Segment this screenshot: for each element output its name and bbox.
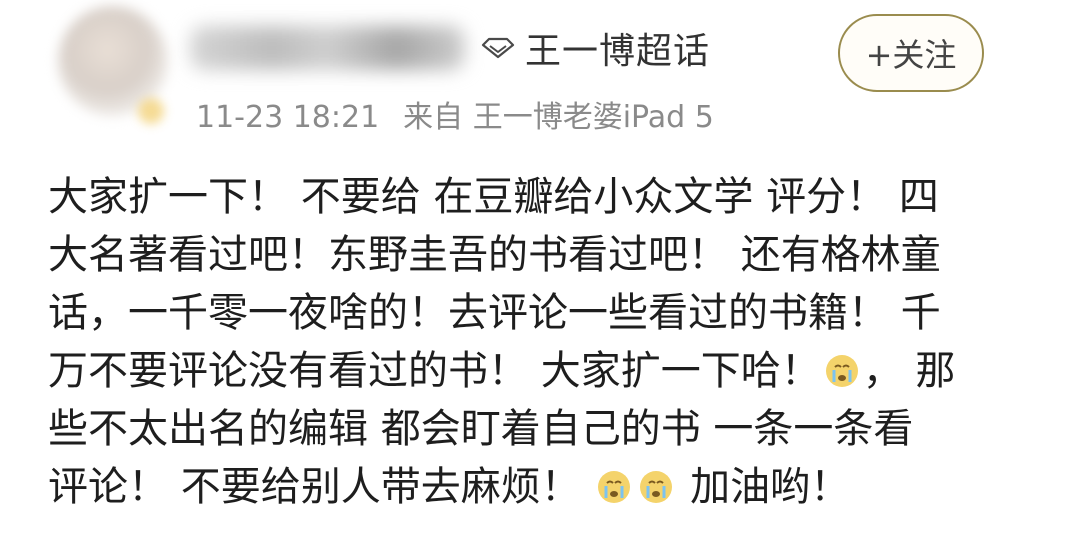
content-line: 大家扩一下！ 不要给 在豆瓣给小众文学 评分！ 四 <box>48 174 939 220</box>
topic-name: 王一博超话 <box>525 31 711 72</box>
content-line: 评论！ 不要给别人带去麻烦！ 加油哟！ <box>48 458 1038 516</box>
follow-button[interactable]: +关注 <box>838 14 984 92</box>
post-content: 大家扩一下！ 不要给 在豆瓣给小众文学 评分！ 四 大名著看过吧！东野圭吾的书看… <box>48 168 1038 516</box>
diamond-icon <box>481 37 515 59</box>
content-line: 话，一千零一夜啥的！去评论一些看过的书籍！ 千 <box>48 290 941 336</box>
topic-link[interactable]: 王一博超话 <box>481 22 710 74</box>
timestamp: 11-23 18:21 <box>196 100 380 135</box>
content-text: ， 那 <box>862 348 956 394</box>
post-meta: 11-23 18:21 来自 王一博老婆iPad 5 <box>196 92 714 136</box>
weibo-post: 王一博超话 +关注 11-23 18:21 来自 王一博老婆iPad 5 大家扩一… <box>0 0 1080 534</box>
username-blurred[interactable] <box>190 26 465 70</box>
avatar-badge-icon <box>138 98 164 124</box>
content-text: 加油哟！ <box>690 464 851 510</box>
post-source: 来自 王一博老婆iPad 5 <box>403 100 714 135</box>
crying-face-emoji-icon <box>598 471 631 503</box>
content-text: 评论！ 不要给别人带去麻烦！ <box>48 464 581 510</box>
crying-face-emoji-icon <box>825 355 858 387</box>
content-text: 万不要评论没有看过的书！ 大家扩一下哈！ <box>48 348 821 394</box>
content-line: 些不太出名的编辑 都会盯着自己的书 一条一条看 <box>48 406 914 452</box>
post-header: 王一博超话 <box>190 18 710 78</box>
crying-face-emoji-icon <box>640 471 673 503</box>
content-line: 大名著看过吧！东野圭吾的书看过吧！ 还有格林童 <box>48 232 941 278</box>
content-line: 万不要评论没有看过的书！ 大家扩一下哈！ ， 那 <box>48 342 1038 400</box>
